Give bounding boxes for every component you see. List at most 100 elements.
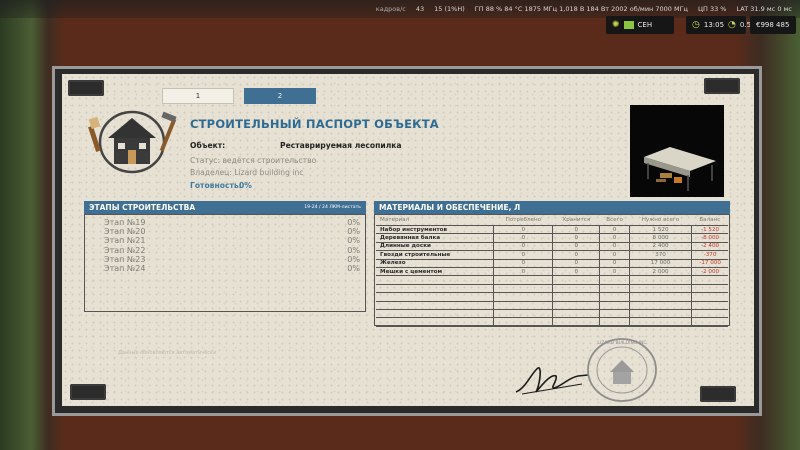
materials-column-header: Материал [376,214,494,226]
material-cell: 0 [493,225,553,235]
clock-indicator: ◷ 13:05 ◔ 0.5 [686,16,751,34]
material-cell: 8 000 [628,233,692,243]
page-title: СТРОИТЕЛЬНЫЙ ПАСПОРТ ОБЪЕКТА [190,117,439,131]
calendar-icon [623,21,634,29]
materials-table: Материал Потреблено Хранится Всего Нужно все… [376,214,728,327]
materials-title: МАТЕРИАЛЫ И ОБЕСПЕЧЕНИЕ, Л [379,203,521,212]
house-logo-icon [88,110,177,174]
stage-name: Этап №21 [104,236,146,246]
board-clip-icon [700,386,736,402]
material-cell: Мешки с цементом [376,267,494,277]
status-text: Статус: ведётся строительство [190,156,317,165]
material-cell: 0 [552,250,600,260]
material-cell: 0 [599,267,630,277]
season-label: СЕН [637,21,653,29]
material-cell: Гвозди строительные [376,250,494,260]
company-stamp-icon: LIZARD BUILDING INC [587,338,657,402]
material-cell: -1 520 [691,225,728,235]
stages-panel-header: ЭТАПЫ СТРОИТЕЛЬСТВА 19-24 / 24 ЛКМ-листа… [84,201,366,214]
stage-name: Этап №22 [104,245,146,255]
material-cell: 17 000 [628,259,692,268]
material-row: Мешки с цементом 0 0 0 2 000 -2 000 [376,267,728,277]
sawmill-preview-icon [644,147,716,191]
material-cell: -370 [691,250,728,260]
material-cell: -17 000 [691,259,728,268]
stage-name: Этап №19 [104,218,146,227]
material-cell: 0 [552,225,600,235]
material-empty-row [376,292,728,302]
material-cell: 0 [552,233,600,243]
material-cell: 0 [552,242,600,252]
stage-name: Этап №24 [104,264,146,273]
tab-page-2[interactable]: 2 [244,88,316,104]
material-cell: 0 [493,259,553,268]
cpu-stats: ЦП 33 % [697,5,727,13]
board-clip-icon [70,384,106,400]
time-value: 13:05 [703,21,725,29]
stages-paging[interactable]: 19-24 / 24 ЛКМ-листать [304,205,361,210]
material-row: Железо 0 0 0 17 000 -17 000 [376,259,728,268]
materials-body: Набор инструментов 0 0 0 1 520 -1 520 Деревянн… [376,225,728,327]
material-cell: 0 [599,242,630,252]
money-value: €998 485 [756,21,790,29]
performance-overlay: кадров/с 43 15 (1%Н) ГП 88 % 84 °C 1875 … [0,0,800,18]
material-cell: Длинные доски [376,242,494,252]
material-cell: 2 400 [628,242,692,252]
material-cell: Набор инструментов [376,225,494,235]
materials-column-header: Потреблено [493,214,553,226]
object-label: Объект: [190,141,226,150]
stage-progress: 0% [347,254,360,264]
stage-name: Этап №20 [104,227,146,237]
material-cell: -2 000 [691,267,728,277]
clock-icon: ◷ [692,20,700,30]
latency-stats: LAT 31.9 мс 0 мс [736,5,792,13]
material-cell: 1 520 [628,225,692,235]
building-preview-image [630,105,724,197]
stage-progress: 0% [347,245,360,255]
material-row: Длинные доски 0 0 0 2 400 -2 400 [376,242,728,252]
material-row: Гвозди строительные 0 0 0 370 -370 [376,250,728,260]
materials-column-header: Баланс [691,214,728,226]
stage-progress: 0% [347,227,360,237]
fps-label: кадров/с [375,5,406,13]
material-cell: -2 400 [691,242,728,252]
frame-time: 15 (1%Н) [434,5,465,13]
material-empty-row [376,317,728,327]
tab-page-1[interactable]: 1 [162,88,234,104]
readiness-label: Готовность: [190,181,242,190]
stages-title: ЭТАПЫ СТРОИТЕЛЬСТВА [89,203,196,212]
materials-header-row: Материал Потреблено Хранится Всего Нужно все… [376,214,728,226]
season-indicator: ✺ СЕН [606,16,674,34]
material-empty-row [376,301,728,310]
money-indicator: €998 485 [750,16,796,34]
material-cell: 2 000 [628,267,692,277]
stage-row: Этап №22 0% [104,246,360,255]
object-value: Реставрируемая лесопилка [280,141,402,150]
material-cell: 0 [493,233,553,243]
stage-row: Этап №23 0% [104,255,360,264]
material-cell: 0 [599,250,630,260]
speed-icon: ◔ [728,20,736,30]
material-empty-row [376,284,728,294]
stage-row: Этап №24 0% [104,264,360,273]
signature-icon [515,367,589,395]
materials-column-header: Нужно всего [629,214,692,226]
material-cell: 0 [552,267,600,277]
board-clip-icon [704,78,740,94]
material-empty-row [376,309,728,319]
stamp-text: LIZARD BUILDING INC [597,340,646,346]
gpu-stats: ГП 88 % 84 °C 1875 МГц 1,018 В 184 Вт 20… [474,5,688,13]
owner-text: Владелец: Lizard building inc [190,168,304,177]
stage-progress: 0% [347,264,360,273]
stage-progress: 0% [347,218,360,227]
stage-row: Этап №19 0% [104,218,360,227]
material-cell: Деревянная балка [376,233,494,243]
materials-column-header: Всего [599,214,630,226]
material-cell: -8 000 [691,233,728,243]
materials-column-header: Хранится [552,214,600,226]
fps-value: 43 [415,5,425,13]
material-row: Деревянная балка 0 0 0 8 000 -8 000 [376,233,728,243]
footer-note: Данные обновляются автоматически [118,350,217,356]
material-cell: 0 [493,267,553,277]
sun-icon: ✺ [612,20,620,30]
